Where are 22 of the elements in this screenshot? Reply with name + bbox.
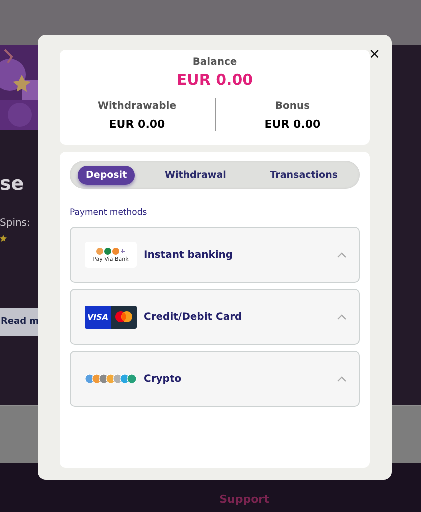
body-text: Spins: — [0, 218, 32, 229]
heading: se — [0, 172, 26, 196]
tab[interactable]: Transactions — [262, 166, 346, 184]
chevron-up-icon — [337, 314, 347, 320]
balance-label: Withdrawable — [98, 101, 177, 112]
tab[interactable]: Withdrawal — [156, 166, 234, 184]
balance-label: Balance — [192, 57, 238, 68]
crypto-coins-icon — [85, 374, 137, 384]
read-more-button[interactable]: Read m — [0, 308, 38, 336]
star-icon — [0, 235, 7, 242]
balance-value: EUR 0.00 — [109, 118, 166, 131]
tab[interactable]: Deposit — [78, 166, 136, 184]
chevron-up-icon — [337, 376, 347, 382]
close-button[interactable]: × — [369, 45, 380, 63]
card-logo: VISA — [85, 306, 137, 328]
balance-label: Bonus — [275, 101, 310, 112]
section-title: Payment methods — [70, 208, 148, 218]
payment-method-item[interactable]: VISA Credit/Debit Card — [70, 289, 360, 345]
payment-method-item[interactable]: Crypto — [70, 351, 360, 407]
chevron-up-icon — [337, 252, 347, 258]
balance-value: EUR 0.00 — [176, 71, 254, 89]
balance-value: EUR 0.00 — [264, 118, 321, 131]
